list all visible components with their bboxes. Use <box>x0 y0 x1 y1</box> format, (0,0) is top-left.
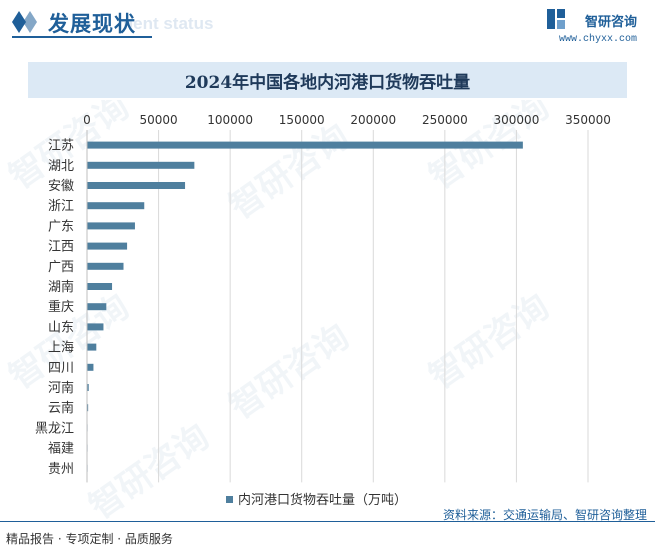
bar <box>87 182 186 189</box>
y-category-label: 湖北 <box>48 159 74 174</box>
x-tick-label: 0 <box>83 113 91 127</box>
chart-title-bar: 2024年中国各地内河港口货物吞吐量 <box>28 62 627 98</box>
y-category-label: 安徽 <box>48 179 74 194</box>
y-category-label: 河南 <box>48 380 74 396</box>
y-category-label: 四川 <box>48 361 74 376</box>
bar <box>87 242 128 250</box>
legend-swatch <box>226 496 233 503</box>
brand-logo-icon <box>547 9 565 29</box>
x-tick-label: 50000 <box>139 113 177 127</box>
legend-label: 内河港口货物吞吐量（万吨） <box>238 492 407 508</box>
y-category-label: 浙江 <box>48 199 74 214</box>
y-category-label: 广东 <box>48 219 74 234</box>
y-category-label: 广西 <box>48 260 74 275</box>
y-category-label: 福建 <box>48 442 74 457</box>
brand-url: www.chyxx.com <box>558 34 637 45</box>
bar <box>87 363 94 371</box>
x-tick-label: 250000 <box>422 113 468 127</box>
footer-slogan: 精品报告 · 专项定制 · 品质服务 <box>6 532 173 546</box>
diamond-icon <box>12 11 37 33</box>
y-category-label: 云南 <box>48 400 74 416</box>
watermark-text: 智研咨询 <box>222 317 356 428</box>
bar <box>87 343 97 351</box>
bar <box>87 262 124 270</box>
chart-title: 2024年中国各地内河港口货物吞吐量 <box>184 72 471 93</box>
watermark-text: 智研咨询 <box>82 417 216 520</box>
header-rule <box>12 36 152 38</box>
y-category-label: 上海 <box>48 341 74 356</box>
watermark-text: 智研咨询 <box>222 117 356 228</box>
header: ment status 发展现状 智研咨询 www.chyxx.com <box>0 0 655 48</box>
bar-chart: 智研咨询 智研咨询 智研咨询智研咨询 智研咨询 智研咨询智研咨询0 50000 100000… <box>2 100 611 520</box>
watermark-text: 智研咨询 <box>422 287 556 398</box>
y-category-label: 黑龙江 <box>35 421 74 436</box>
bar <box>87 303 107 311</box>
bar <box>87 161 195 169</box>
x-tick-label: 300000 <box>494 113 540 127</box>
bar <box>87 222 135 230</box>
x-tick-label: 350000 <box>565 113 611 127</box>
y-category-label: 贵州 <box>48 462 74 477</box>
footer: 资料来源：交通运输局、智研咨询整理 精品报告 · 专项定制 · 品质服务 <box>0 508 655 555</box>
y-category-label: 江西 <box>48 240 74 255</box>
x-tick-label: 100000 <box>207 113 253 127</box>
y-category-label: 重庆 <box>48 299 74 315</box>
bar <box>87 141 523 149</box>
bar <box>87 323 104 331</box>
bar <box>87 202 145 210</box>
page-title: 发展现状 <box>48 12 136 36</box>
x-tick-label: 200000 <box>350 113 396 127</box>
x-tick-label: 150000 <box>279 113 325 127</box>
y-category-label: 湖南 <box>48 279 74 295</box>
y-category-label: 江苏 <box>48 138 74 154</box>
brand-name: 智研咨询 <box>584 15 637 30</box>
bar <box>87 283 113 290</box>
source-note: 资料来源：交通运输局、智研咨询整理 <box>442 508 647 522</box>
y-category-label: 山东 <box>48 320 74 335</box>
